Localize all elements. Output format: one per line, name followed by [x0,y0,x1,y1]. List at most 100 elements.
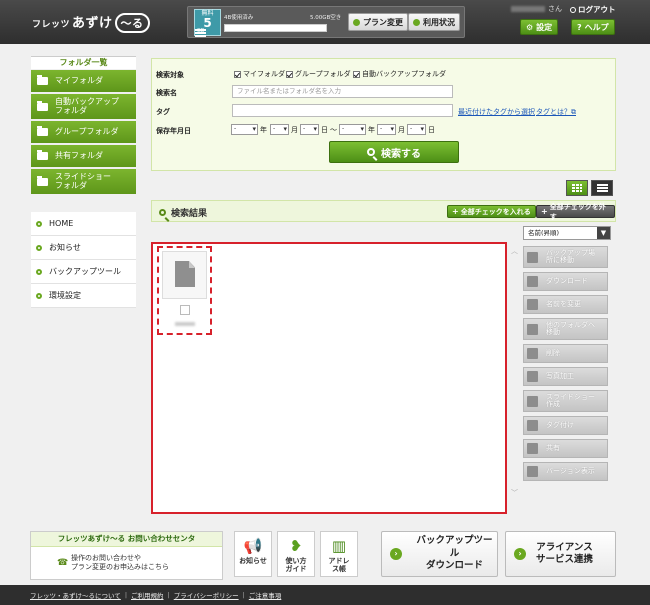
target-checkbox-my-folder[interactable]: マイフォルダ [234,69,285,79]
footer-link-privacy[interactable]: プライバシーポリシー [174,590,239,600]
results-header: 検索結果 + 全部チェックを入れる + 全部チェックを外す [151,200,616,222]
alliance-service-button[interactable]: › アライアンス サービス連携 [505,531,616,577]
sidebar-item-backup-tool[interactable]: バックアップツール [31,260,136,284]
separator: | [167,591,170,599]
to-day-select[interactable]: - [407,124,426,135]
from-month-select[interactable]: - [270,124,289,135]
action-go-to-backup-location[interactable]: バックアップ場所に移動 [523,246,608,268]
to-month-select[interactable]: - [377,124,396,135]
sidebar-folder-group[interactable]: グループフォルダ [31,121,136,145]
contact-line-2: プラン変更のお申込みはこちら [71,563,169,572]
backup-tool-download-button[interactable]: › バックアップツール ダウンロード [381,531,498,577]
uncheck-all-button[interactable]: + 全部チェックを外す [536,203,615,221]
checkbox-checked[interactable] [234,70,241,78]
search-submit-button[interactable]: 検索する [329,141,459,163]
search-date-label: 保存年月日 [156,127,191,135]
user-suffix: さん [548,5,562,13]
search-tag-input[interactable] [232,104,453,117]
recent-tags-link[interactable]: 最近付けたタグから選択 [458,107,535,117]
sidebar-item-news[interactable]: お知らせ [31,236,136,260]
plan-summary: 無料 5 GB 4B使用済み 5.00GB空き プラン変更 利用状況 [187,6,465,38]
action-version[interactable]: バージョン表示 [523,462,608,481]
help-icon: ? [577,22,582,32]
what-is-tag-link[interactable]: タグとは？⧉ [536,107,576,117]
usage-status-label: 利用状況 [423,17,455,27]
contact-line-1: 操作のお問い合わせや [71,554,141,562]
backup-tool-line-1: バックアップツール [416,535,493,559]
to-year-unit: 年 [368,126,375,134]
sidebar-item-settings[interactable]: 環境設定 [31,284,136,308]
checkbox-checked[interactable] [286,70,293,78]
logout-link[interactable]: ログアウト [570,4,616,15]
folder-list: マイフォルダ 自動バックアップフォルダ グループフォルダ 共有フォルダ スライド… [31,70,136,196]
action-share[interactable]: 共有 [523,439,608,458]
folder-move-icon [527,323,538,335]
to-day-unit: 日 [428,126,435,134]
action-label: バックアップ場所に移動 [546,248,595,264]
usage-free: 5.00GB空き [310,15,342,21]
footer-link-about[interactable]: フレッツ・あずけ〜るについて [30,590,121,600]
sidebar-item-home[interactable]: HOME [31,212,136,236]
sidebar-folder-my[interactable]: マイフォルダ [31,70,136,94]
action-delete[interactable]: 削除 [523,344,608,363]
select-value: - [410,125,413,132]
tile-label: 使い方ガイド [285,557,307,573]
footer-tile-address-book[interactable]: ▥ アドレス帳 [320,531,358,577]
search-name-label: 検索名 [156,89,177,97]
action-photo-edit[interactable]: 写真加工 [523,367,608,386]
list-view-button[interactable] [591,180,613,196]
target-checkbox-group-folder[interactable]: グループフォルダ [286,69,351,79]
checkbox-checked[interactable] [353,70,360,78]
check-all-button[interactable]: + 全部チェックを入れる [447,205,536,218]
settings-button[interactable]: ⚙ 設定 [520,19,559,35]
help-button[interactable]: ? ヘルプ [571,19,615,35]
sidebar-folder-slideshow[interactable]: スライドショーフォルダ [31,169,136,196]
from-day-select[interactable]: - [300,124,319,135]
chevron-down-icon: ▼ [597,227,610,239]
folder-icon [37,75,48,85]
target-checkbox-auto-backup[interactable]: 自動バックアップフォルダ [353,69,446,79]
file-thumbnail[interactable] [162,251,207,299]
grid-view-button[interactable] [566,180,588,196]
uncheck-all-label: 全部チェックを外す [549,202,606,221]
contact-center-box[interactable]: フレッツあずけ〜る お問い合わせセンタ ☎ 操作のお問い合わせや プラン変更のお… [30,531,223,580]
action-tag[interactable]: タグ付け [523,416,608,435]
plan-change-button[interactable]: プラン変更 [348,13,408,31]
logo-small-text: フレッツ [32,20,71,30]
folder-label: グループフォルダ [55,126,119,136]
sidebar-folder-auto-backup[interactable]: 自動バックアップフォルダ [31,94,136,121]
action-move-to-folder[interactable]: 他のフォルダへ移動 [523,318,608,340]
file-checkbox[interactable] [180,305,190,315]
pencil-icon [527,299,538,310]
download-icon [527,276,538,287]
action-create-slideshow[interactable]: スライドショー作成 [523,390,608,412]
footer-tile-guide[interactable]: ❥ 使い方ガイド [277,531,315,577]
footer-link-terms[interactable]: ご利用規約 [131,590,164,600]
file-tile[interactable] [157,246,212,335]
logo[interactable]: フレッツ あずけ 〜る [32,12,150,33]
tile-label: お知らせ [239,557,267,565]
action-label: タグ付け [546,420,574,429]
settings-label: 設定 [536,22,553,32]
action-rename[interactable]: 名前を変更 [523,295,608,314]
action-label: スライドショー作成 [546,392,595,408]
file-name-redacted [175,322,195,326]
app-header: フレッツ あずけ 〜る 無料 5 GB 4B使用済み 5.00GB空き プラン変更 … [0,0,650,44]
to-year-select[interactable]: - [339,124,366,135]
footer-link-notes[interactable]: ご注意事項 [249,590,282,600]
select-value: - [342,125,345,132]
action-download[interactable]: ダウンロード [523,272,608,291]
usage-status-button[interactable]: 利用状況 [408,13,460,31]
scroll-up-icon[interactable]: ︿ [511,246,518,256]
sort-select[interactable]: 名前(昇順) ▼ [523,226,611,240]
folder-icon [37,175,48,186]
scroll-down-icon[interactable]: ﹀ [511,488,518,498]
tile-label: アドレス帳 [328,557,350,573]
sidebar-folder-shared[interactable]: 共有フォルダ [31,145,136,169]
action-label: 共有 [546,443,560,452]
from-year-select[interactable]: - [231,124,258,135]
footer-tile-news[interactable]: 📢 お知らせ [234,531,272,577]
search-name-input[interactable]: ファイル名またはフォルダ名を入力 [232,85,453,98]
usage-status-icon [413,18,420,26]
search-target-label: 検索対象 [156,71,184,79]
